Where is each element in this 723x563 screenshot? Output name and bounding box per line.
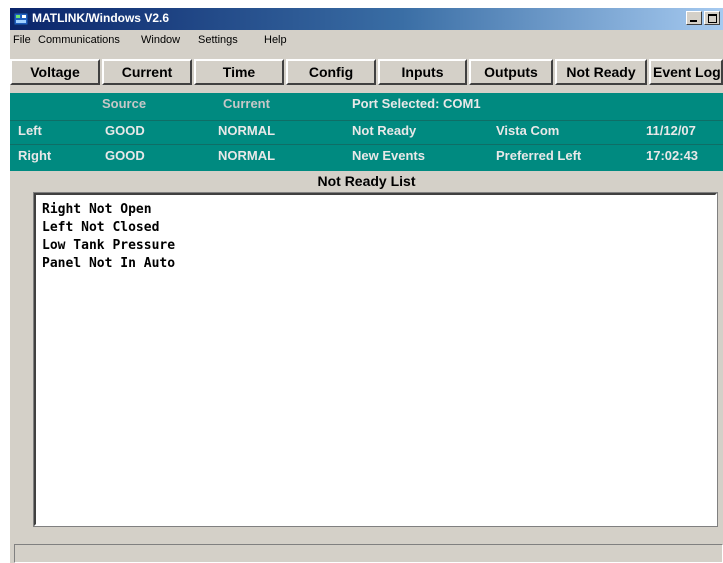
status-panel: Source Current Port Selected: COM1 Left … bbox=[10, 93, 723, 171]
config-button[interactable]: Config bbox=[286, 59, 376, 85]
title-bar[interactable]: MATLINK/Windows V2.6 bbox=[10, 8, 723, 30]
window-title: MATLINK/Windows V2.6 bbox=[32, 11, 170, 25]
status-time: 17:02:43 bbox=[646, 148, 699, 163]
left-current: NORMAL bbox=[218, 123, 276, 138]
current-header: Current bbox=[223, 96, 270, 111]
voltage-button[interactable]: Voltage bbox=[10, 59, 100, 85]
status-divider bbox=[10, 144, 723, 145]
menu-communications[interactable]: Communications bbox=[38, 34, 120, 46]
list-title: Not Ready List bbox=[317, 173, 416, 189]
inputs-button[interactable]: Inputs bbox=[378, 59, 467, 85]
right-source: GOOD bbox=[105, 148, 145, 163]
outputs-button[interactable]: Outputs bbox=[469, 59, 553, 85]
menu-file[interactable]: File bbox=[13, 34, 31, 46]
menu-settings[interactable]: Settings bbox=[198, 34, 238, 46]
minimize-button[interactable] bbox=[686, 11, 702, 25]
list-item[interactable]: Right Not Open bbox=[42, 202, 152, 217]
status-bar bbox=[14, 544, 723, 563]
right-current: NORMAL bbox=[218, 148, 276, 163]
left-source: GOOD bbox=[105, 123, 145, 138]
right-state: New Events bbox=[352, 148, 425, 163]
not-ready-list[interactable]: Right Not Open Left Not Closed Low Tank … bbox=[33, 192, 718, 527]
app-icon bbox=[13, 12, 29, 26]
list-item[interactable]: Low Tank Pressure bbox=[42, 238, 175, 253]
event-log-button[interactable]: Event Log bbox=[649, 59, 723, 85]
right-info: Preferred Left bbox=[496, 148, 582, 163]
left-state: Not Ready bbox=[352, 123, 417, 138]
time-button[interactable]: Time bbox=[194, 59, 284, 85]
not-ready-button[interactable]: Not Ready bbox=[555, 59, 647, 85]
port-selected: Port Selected: COM1 bbox=[352, 96, 481, 111]
current-button[interactable]: Current bbox=[102, 59, 192, 85]
status-divider bbox=[10, 120, 723, 121]
left-info: Vista Com bbox=[496, 123, 560, 138]
maximize-button[interactable] bbox=[704, 11, 720, 25]
app-window: MATLINK/Windows V2.6 File Communications… bbox=[10, 8, 723, 563]
source-header: Source bbox=[102, 96, 147, 111]
list-item[interactable]: Panel Not In Auto bbox=[42, 256, 175, 271]
left-label: Left bbox=[18, 123, 42, 138]
right-label: Right bbox=[18, 148, 52, 163]
toolbar: Voltage Current Time Config Inputs Outpu… bbox=[10, 55, 723, 91]
list-item[interactable]: Left Not Closed bbox=[42, 220, 159, 235]
status-date: 11/12/07 bbox=[646, 123, 696, 138]
menu-help[interactable]: Help bbox=[264, 34, 287, 46]
menu-window[interactable]: Window bbox=[141, 34, 180, 46]
menu-bar: File Communications Window Settings Help bbox=[10, 31, 723, 51]
